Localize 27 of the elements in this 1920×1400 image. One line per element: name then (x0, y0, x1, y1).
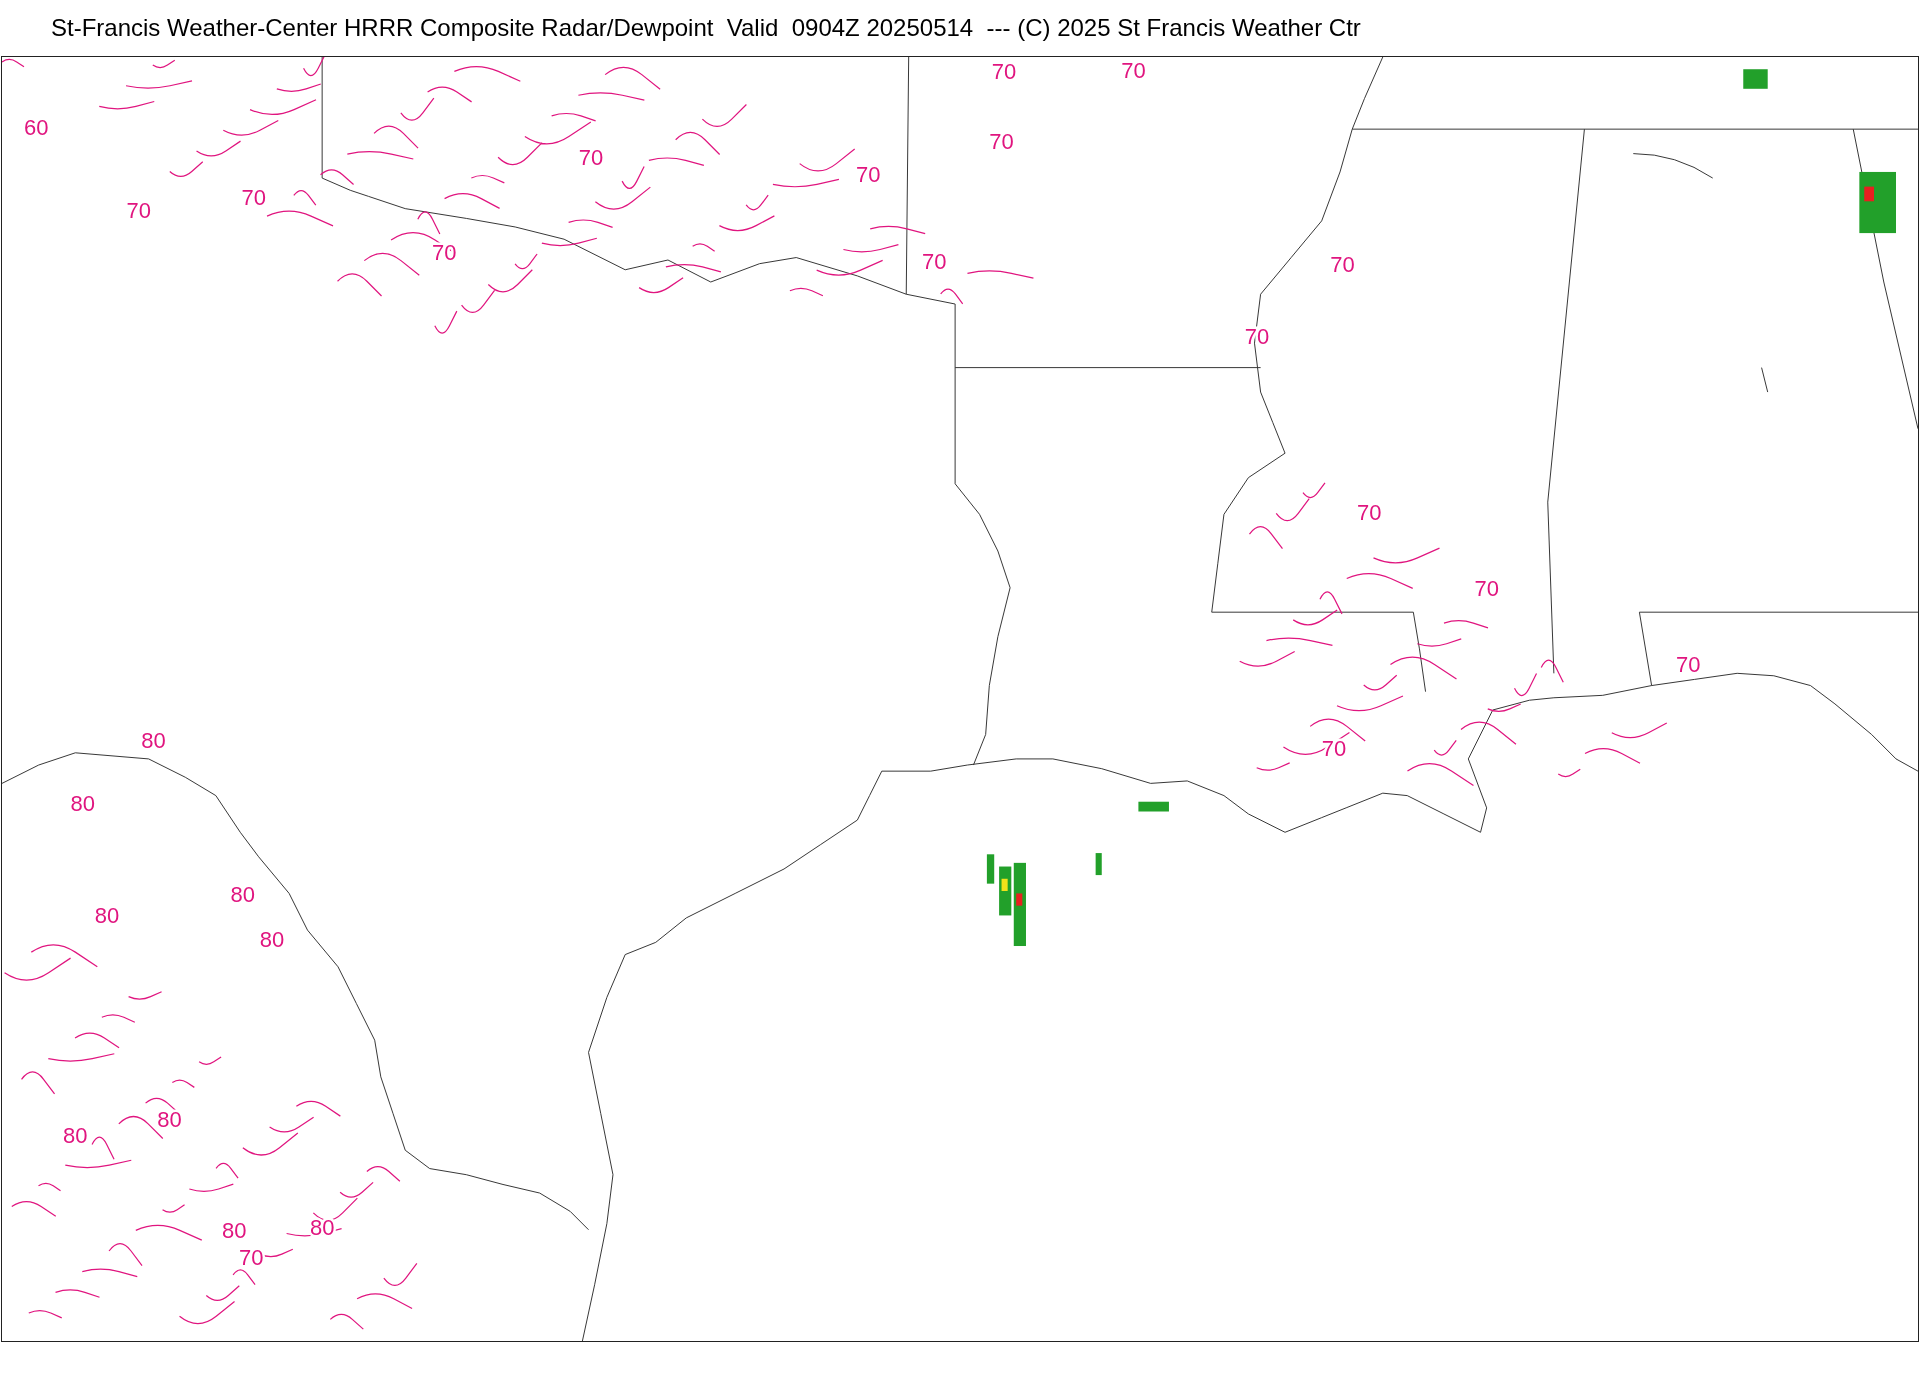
contour-label: 80 (259, 927, 285, 953)
contour-label: 80 (221, 1218, 247, 1244)
contour-label: 70 (1121, 57, 1146, 83)
contour-label: 70 (578, 144, 604, 170)
contour-label: 80 (157, 1107, 182, 1132)
contour-label: 70 (1321, 736, 1347, 762)
contour-label: 80 (94, 902, 120, 928)
contour-label: 70 (856, 161, 881, 187)
contour-label: 70 (991, 59, 1017, 84)
contour-label: 70 (241, 184, 266, 210)
contour-label: 60 (24, 115, 49, 141)
map-title: St-Francis Weather-Center HRRR Composite Radar/Dewpoint Valid 0904Z 20250514 --- (C) 2025 St Francis Weather Ctr (51, 13, 1361, 43)
contour-label: 70 (1676, 652, 1701, 678)
contour-label: 80 (70, 791, 95, 817)
contour-label: 70 (1330, 252, 1355, 278)
contour-label: 80 (141, 727, 166, 753)
contour-label: 80 (230, 882, 255, 907)
contour-label: 70 (1357, 500, 1382, 526)
contour-label: 70 (239, 1245, 264, 1271)
contour-label: 70 (1474, 576, 1499, 602)
contour-label: 70 (126, 198, 152, 224)
contour-label: 80 (63, 1122, 88, 1148)
contour-label: 70 (432, 240, 457, 265)
contour-label: 70 (989, 128, 1014, 154)
contour-label: 80 (309, 1214, 335, 1240)
contour-label: 70 (1244, 324, 1270, 350)
contour-label: 70 (922, 248, 947, 274)
